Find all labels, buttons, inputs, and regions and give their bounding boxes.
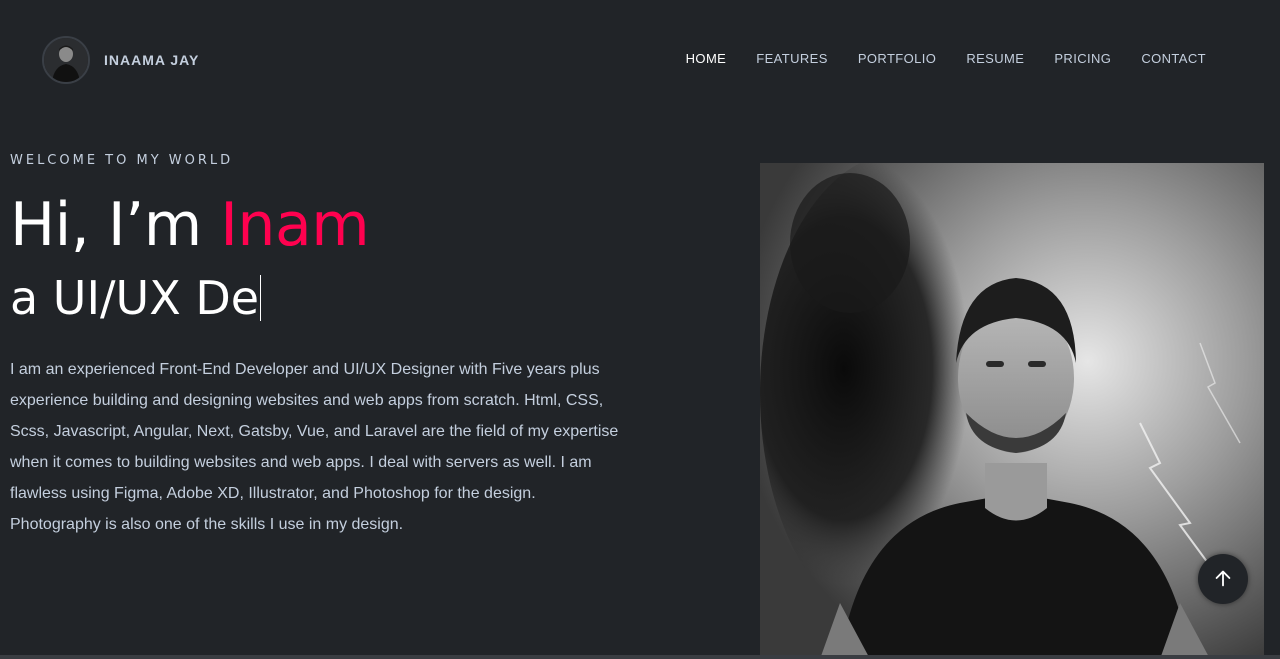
arrow-up-icon xyxy=(1212,567,1234,592)
welcome-eyebrow: WELCOME TO MY WORLD xyxy=(10,153,234,168)
nav-features[interactable]: FEATURES xyxy=(756,51,828,66)
nav-portfolio[interactable]: PORTFOLIO xyxy=(858,51,936,66)
brand-link[interactable]: INAAMA JAY xyxy=(42,36,199,84)
nav-contact[interactable]: CONTACT xyxy=(1141,51,1206,66)
site-header: INAAMA JAY HOME FEATURES PORTFOLIO RESUM… xyxy=(0,0,1280,120)
nav-pricing[interactable]: PRICING xyxy=(1054,51,1111,66)
brand-name: INAAMA JAY xyxy=(104,52,200,68)
hero-bio: I am an experienced Front-End Developer … xyxy=(10,361,619,533)
page-scrollbar[interactable] xyxy=(0,655,1280,659)
nav-home[interactable]: HOME xyxy=(686,51,727,66)
scroll-to-top-button[interactable] xyxy=(1198,554,1248,604)
hero-intro: WELCOME TO MY WORLD Hi, I’m Inam a UI/UX… xyxy=(10,150,630,540)
greeting-prefix: Hi, I’m xyxy=(10,190,221,260)
typed-role: a UI/UX De xyxy=(10,270,630,326)
typed-role-text: a UI/UX De xyxy=(10,271,260,325)
typing-cursor xyxy=(260,275,262,321)
main-nav: HOME FEATURES PORTFOLIO RESUME PRICING C… xyxy=(656,51,1206,66)
nav-resume[interactable]: RESUME xyxy=(966,51,1024,66)
avatar xyxy=(42,36,90,84)
hero-portrait xyxy=(760,163,1264,659)
greeting-name: Inam xyxy=(220,190,370,260)
hero-greeting: Hi, I’m Inam xyxy=(10,190,630,260)
